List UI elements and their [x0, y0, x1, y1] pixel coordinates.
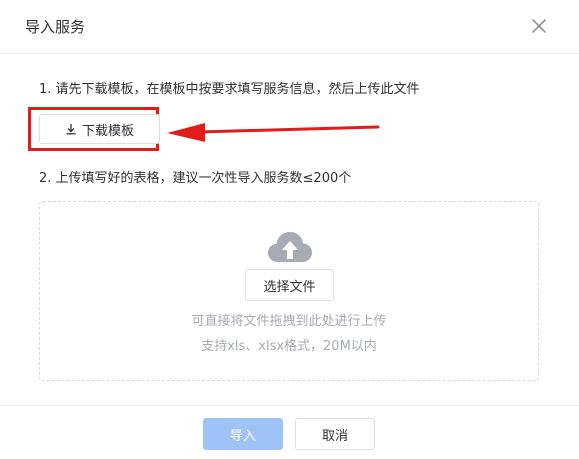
dialog-header: 导入服务 — [0, 0, 579, 54]
cancel-button[interactable]: 取消 — [295, 418, 375, 450]
upload-hint-drag: 可直接将文件拖拽到此处进行上传 — [191, 314, 387, 329]
annotation-arrow — [167, 123, 380, 142]
download-template-button[interactable]: 下载模板 — [39, 114, 160, 144]
dialog-title: 导入服务 — [25, 18, 86, 36]
dialog-footer: 导入 取消 — [0, 405, 579, 459]
step2-instruction: 2. 上传填写好的表格，建议一次性导入服务数≤200个 — [39, 171, 352, 186]
download-icon — [65, 123, 77, 135]
import-service-dialog: 导入服务 1. 请先下载模板，在模板中按要求填写服务信息，然后上传此文件 下载模… — [0, 0, 579, 459]
step1-instruction: 1. 请先下载模板，在模板中按要求填写服务信息，然后上传此文件 — [39, 82, 420, 97]
choose-file-button[interactable]: 选择文件 — [245, 269, 334, 301]
download-template-label: 下载模板 — [81, 123, 134, 139]
import-button[interactable]: 导入 — [203, 418, 283, 450]
upload-drop-zone[interactable]: 选择文件 可直接将文件拖拽到此处进行上传 支持xls、xlsx格式，20M以内 — [39, 201, 539, 381]
close-icon[interactable] — [528, 15, 550, 37]
upload-hint-format: 支持xls、xlsx格式，20M以内 — [201, 339, 377, 354]
cloud-upload-icon — [268, 232, 312, 262]
